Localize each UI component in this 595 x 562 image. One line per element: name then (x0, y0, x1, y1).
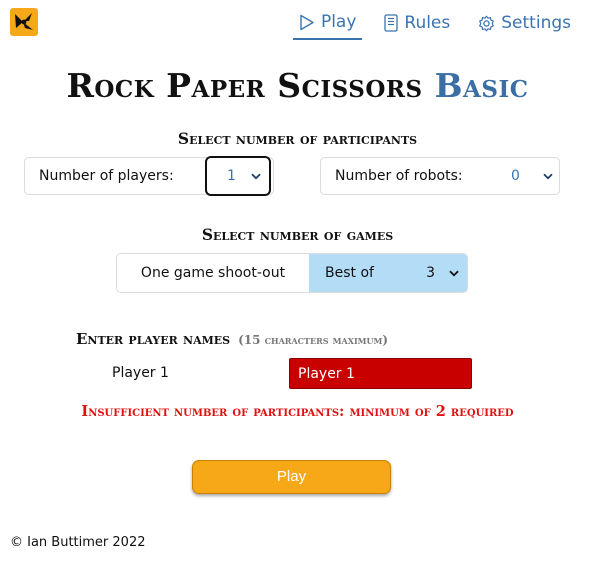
logo-icon (15, 13, 33, 30)
bestof-select[interactable]: Best of 3 (309, 254, 467, 292)
chevron-down-icon (449, 270, 459, 276)
top-nav: Play Rules Settings (292, 8, 577, 40)
nav-play-label: Play (320, 12, 357, 32)
players-label: Number of players: (39, 168, 174, 184)
page-title: Rock Paper Scissors Basic (0, 66, 595, 105)
footer-copyright: © Ian Buttimer 2022 (10, 535, 146, 550)
player1-label: Player 1 (112, 365, 169, 381)
bestof-value: 3 (426, 265, 435, 281)
players-value: 1 (227, 168, 236, 184)
robots-value: 0 (511, 168, 520, 184)
nav-rules[interactable]: Rules (378, 8, 456, 40)
gear-icon (479, 15, 495, 31)
play-button[interactable]: Play (192, 460, 391, 494)
nav-settings[interactable]: Settings (472, 8, 577, 40)
robots-select[interactable]: 0 (497, 158, 559, 194)
title-accent: Basic (434, 66, 529, 105)
shootout-option[interactable]: One game shoot-out (117, 254, 309, 292)
nav-rules-label: Rules (404, 13, 451, 33)
participants-heading: Select number of participants (177, 129, 418, 148)
games-group: One game shoot-out Best of 3 (116, 253, 468, 293)
chevron-down-icon (543, 173, 553, 179)
nav-play[interactable]: Play (292, 8, 363, 40)
names-subheading: (15 characters maximum) (238, 333, 389, 347)
rules-icon (384, 14, 399, 32)
app-logo[interactable] (10, 8, 38, 36)
robots-field: Number of robots: 0 (320, 157, 560, 195)
title-main: Rock Paper Scissors (66, 66, 423, 105)
chevron-down-icon (251, 173, 261, 179)
nav-settings-label: Settings (501, 13, 571, 33)
robots-label: Number of robots: (335, 168, 463, 184)
player1-input[interactable] (289, 358, 472, 389)
bestof-label: Best of (325, 265, 374, 281)
games-heading: Select number of games (201, 225, 394, 244)
player-names-heading: Enter player names (15 characters maximum… (76, 330, 388, 348)
players-select[interactable]: 1 (205, 156, 271, 196)
error-message: Insufficient number of participants: min… (81, 403, 514, 420)
names-heading-text: Enter player names (76, 330, 231, 348)
play-icon (300, 14, 314, 30)
